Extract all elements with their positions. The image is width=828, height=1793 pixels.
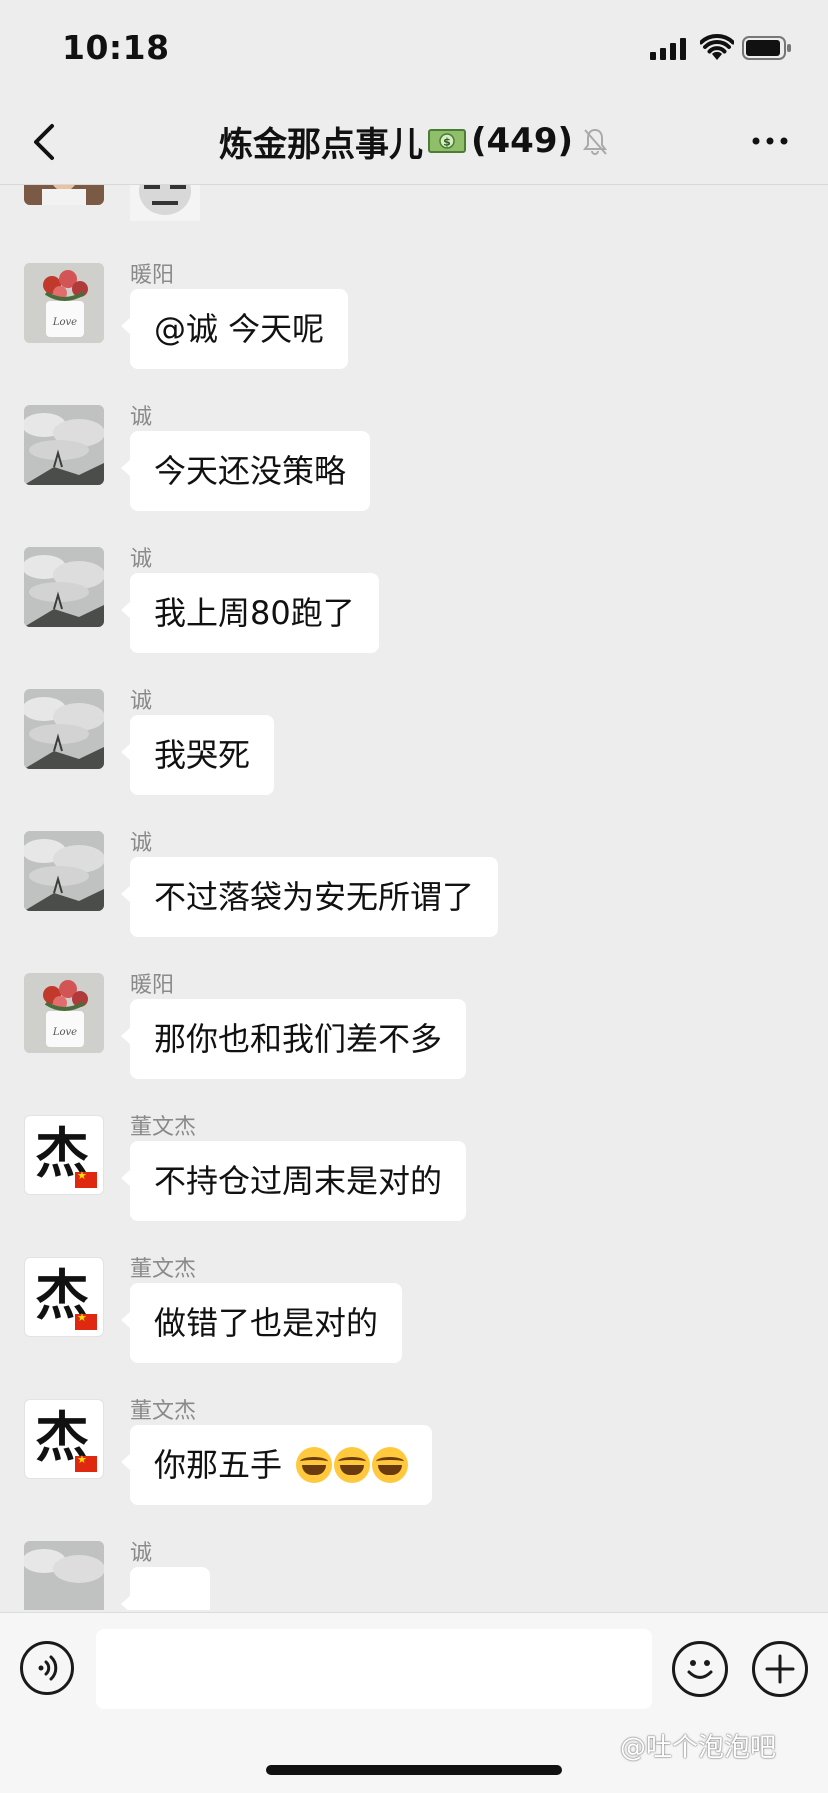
wifi-icon xyxy=(700,34,734,60)
message-text: 你那五手 xyxy=(154,1446,283,1484)
message-bubble[interactable]: 你那五手 xyxy=(120,1425,433,1505)
message-bubble[interactable]: 那你也和我们差不多 xyxy=(120,999,467,1079)
message-text: 我哭死 xyxy=(154,736,251,774)
sender-name: 暖阳 xyxy=(130,263,175,288)
svg-text:Love: Love xyxy=(52,1027,77,1038)
avatar[interactable] xyxy=(24,831,104,911)
crying-laughing-emoji xyxy=(334,1447,371,1483)
sender-name: 诚 xyxy=(130,831,153,856)
back-chevron-icon[interactable] xyxy=(26,120,66,164)
input-bar: @吐个泡泡吧 xyxy=(0,1612,828,1793)
plus-icon[interactable] xyxy=(752,1641,808,1697)
message-text: @诚 今天呢 xyxy=(154,310,325,348)
voice-icon[interactable] xyxy=(20,1641,74,1695)
svg-text:Love: Love xyxy=(52,317,77,328)
message-text: 不持仓过周末是对的 xyxy=(154,1162,443,1200)
message-text: 做错了也是对的 xyxy=(154,1304,379,1342)
svg-text:$: $ xyxy=(443,136,451,149)
message-bubble[interactable]: 不过落袋为安无所谓了 xyxy=(120,857,499,937)
sender-name: 诚 xyxy=(130,547,153,572)
avatar[interactable]: 杰 xyxy=(24,1115,104,1195)
message-input[interactable] xyxy=(96,1629,652,1709)
message-text: 我上周80跑了 xyxy=(154,594,355,632)
avatar[interactable]: Love xyxy=(24,973,104,1053)
message-bubble[interactable] xyxy=(121,1567,210,1610)
message-text: 今天还没策略 xyxy=(154,452,347,490)
china-flag-icon xyxy=(75,1311,97,1330)
avatar[interactable]: Love xyxy=(24,263,104,343)
message-bubble[interactable]: 今天还没策略 xyxy=(120,431,371,511)
avatar[interactable]: 杰 xyxy=(24,1257,104,1337)
group-name: 炼金那点事儿 xyxy=(218,124,423,165)
sender-name: 董文杰 xyxy=(130,1257,197,1282)
money-banknote-icon: $ xyxy=(427,129,466,153)
avatar[interactable] xyxy=(24,547,104,627)
battery-icon xyxy=(742,36,791,60)
home-indicator xyxy=(266,1765,562,1775)
sender-name: 董文杰 xyxy=(130,1399,197,1424)
avatar[interactable]: 杰 xyxy=(24,1399,104,1479)
status-bar: 10:18 xyxy=(0,0,828,100)
avatar[interactable] xyxy=(24,1541,104,1610)
message-bubble[interactable]: @诚 今天呢 xyxy=(120,289,349,369)
sender-name: 暖阳 xyxy=(130,973,175,998)
member-count: (449) xyxy=(470,121,574,161)
avatar[interactable] xyxy=(24,185,104,205)
sender-name: 诚 xyxy=(130,689,153,714)
sticker-image[interactable] xyxy=(130,185,200,221)
status-time: 10:18 xyxy=(62,28,170,67)
message-text: 那你也和我们差不多 xyxy=(154,1020,443,1058)
crying-laughing-emoji xyxy=(372,1447,409,1483)
avatar[interactable] xyxy=(24,689,104,769)
smiley-icon[interactable] xyxy=(672,1641,728,1697)
watermark: @吐个泡泡吧 xyxy=(620,1733,777,1763)
sender-name: 董文杰 xyxy=(130,1115,197,1140)
china-flag-icon xyxy=(75,1453,97,1472)
chat-title-area[interactable]: 炼金那点事儿 $ (449) xyxy=(150,118,678,165)
message-bubble[interactable]: 做错了也是对的 xyxy=(120,1283,403,1363)
china-flag-icon xyxy=(75,1169,97,1188)
avatar[interactable] xyxy=(24,405,104,485)
sender-name: 诚 xyxy=(130,1541,153,1566)
crying-laughing-emoji xyxy=(296,1447,333,1483)
message-list[interactable]: Love 暖阳 @诚 今天呢 诚 今天还没策略 诚 我上周80跑了 诚 我哭死 … xyxy=(0,185,828,1610)
message-bubble[interactable]: 我上周80跑了 xyxy=(121,573,379,653)
bell-muted-icon xyxy=(583,128,608,155)
sender-name: 诚 xyxy=(130,405,153,430)
more-dots-icon[interactable] xyxy=(750,134,790,148)
message-text: 不过落袋为安无所谓了 xyxy=(154,878,475,916)
message-bubble[interactable]: 我哭死 xyxy=(120,715,275,795)
message-bubble[interactable]: 不持仓过周末是对的 xyxy=(120,1141,467,1221)
chat-header: 炼金那点事儿 $ (449) xyxy=(0,100,828,185)
cellular-signal-icon xyxy=(650,36,686,60)
